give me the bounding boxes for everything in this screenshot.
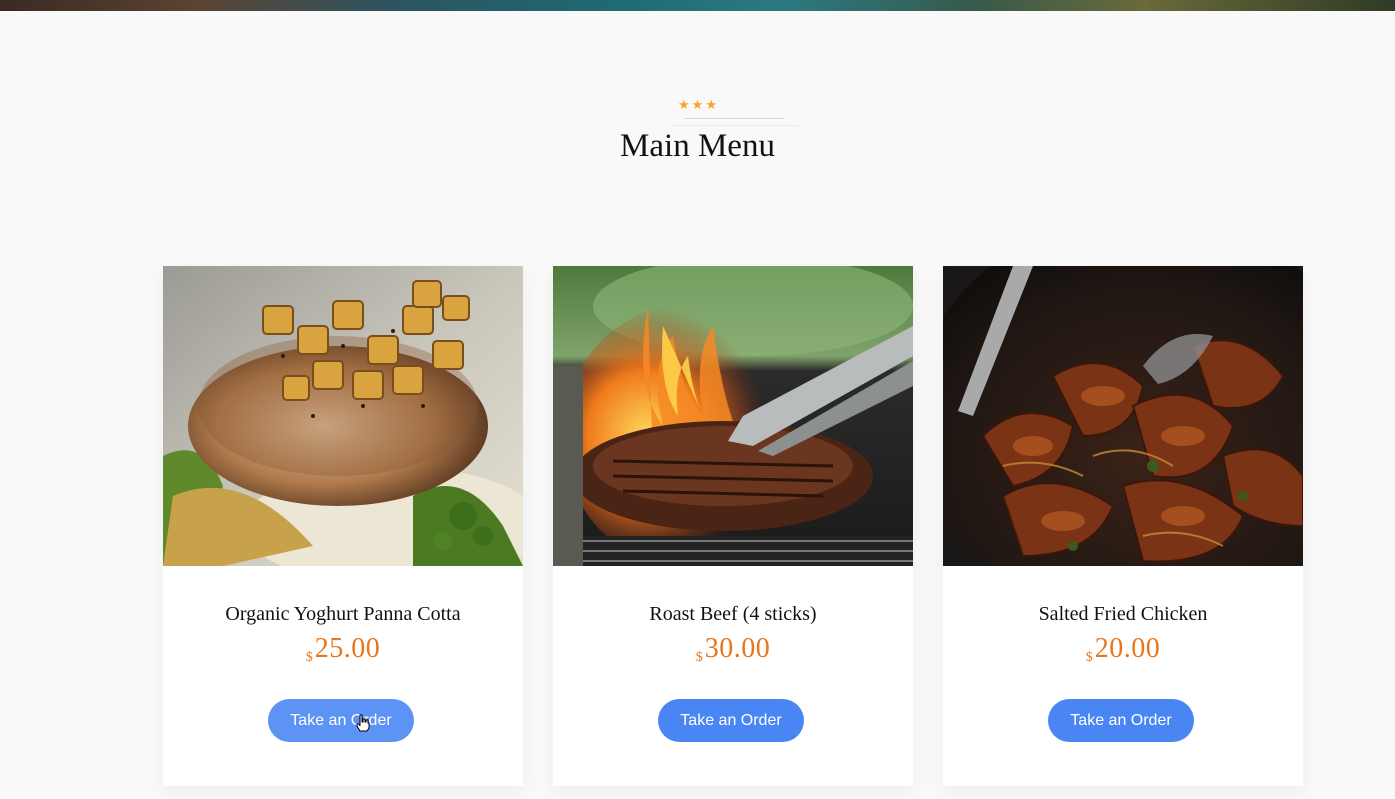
menu-item-name: Roast Beef (4 sticks): [649, 603, 817, 625]
take-order-button[interactable]: Take an Order: [658, 699, 804, 742]
menu-item-price: $25.00: [163, 632, 523, 675]
currency-symbol: $: [1085, 650, 1093, 665]
section-title: Main Menu: [620, 128, 775, 164]
menu-item-photo: [163, 266, 523, 566]
hero-banner-strip: [0, 0, 1395, 11]
take-order-button[interactable]: Take an Order: [1048, 699, 1194, 742]
menu-item-name: Organic Yoghurt Panna Cotta: [225, 603, 461, 625]
title-divider: [684, 118, 784, 119]
menu-card: Roast Beef (4 sticks) $30.00 Take an Ord…: [553, 266, 913, 786]
menu-card: Salted Fried Chicken $20.00 Take an Orde…: [943, 266, 1303, 786]
star-icon-row: ★★★: [678, 98, 719, 113]
price-amount: 25.00: [314, 633, 381, 664]
price-amount: 30.00: [704, 633, 771, 664]
section-header: ★★★: [0, 96, 1395, 114]
menu-item-name: Salted Fried Chicken: [1038, 603, 1208, 625]
take-order-button[interactable]: Take an Order: [268, 699, 414, 742]
hand-cursor-icon: [356, 714, 370, 732]
currency-symbol: $: [305, 650, 313, 665]
menu-item-photo: [553, 266, 913, 566]
menu-card: Organic Yoghurt Panna Cotta $25.00 Take …: [163, 266, 523, 786]
menu-item-price: $30.00: [553, 632, 913, 675]
menu-item-price: $20.00: [943, 632, 1303, 675]
menu-item-photo: [943, 266, 1303, 566]
price-amount: 20.00: [1094, 633, 1161, 664]
currency-symbol: $: [695, 650, 703, 665]
